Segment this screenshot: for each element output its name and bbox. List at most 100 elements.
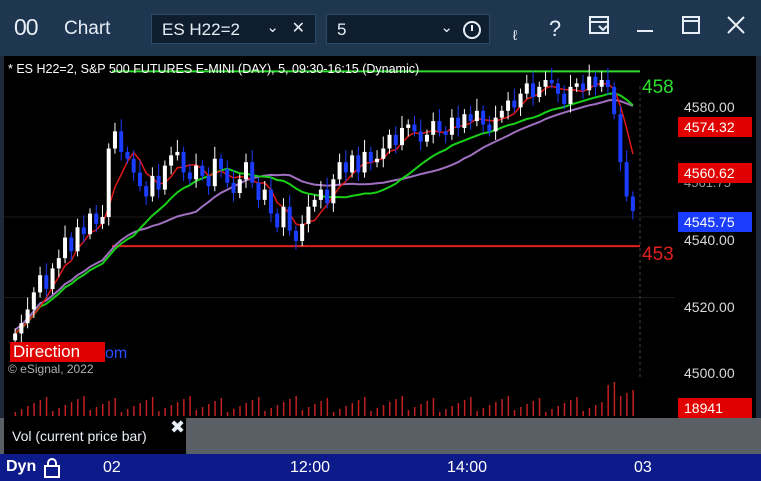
volume-bar	[133, 406, 135, 416]
volume-bar	[626, 393, 628, 416]
volume-bar	[70, 402, 73, 416]
candle-body	[63, 237, 68, 259]
candle-body	[94, 213, 99, 224]
candle-body	[605, 79, 610, 87]
candle-body	[456, 117, 461, 128]
clear-icon[interactable]: ✕	[292, 18, 305, 38]
candle-body	[443, 131, 448, 135]
volume-bar	[189, 396, 191, 416]
candle-body	[356, 155, 361, 173]
volume-bar	[395, 399, 397, 416]
volume-bar	[520, 407, 522, 416]
help-icon[interactable]: ?	[540, 14, 570, 44]
candle-body	[268, 189, 273, 214]
close-icon[interactable]: ✖	[170, 417, 185, 438]
candle-body	[187, 172, 192, 180]
candle-body	[599, 79, 604, 87]
candle-body	[137, 172, 142, 187]
volume-bar	[476, 411, 478, 416]
price-scale[interactable]: 4580.00 4540.00 4520.00 4500.00 4574.32 …	[676, 56, 756, 418]
candle-body	[418, 131, 423, 142]
candle-body	[44, 275, 49, 289]
price-plot[interactable]	[4, 56, 675, 378]
volume-bar	[52, 411, 54, 416]
time-label: 03	[634, 459, 652, 476]
candle-body	[293, 230, 298, 241]
volume-bar	[463, 400, 466, 416]
chevron-down-icon[interactable]: ⌄	[266, 18, 279, 36]
price-tag-red-lower: 4560.62	[678, 163, 752, 183]
minimize-icon[interactable]	[630, 14, 660, 44]
candle-body	[119, 131, 124, 152]
candle-body	[612, 86, 617, 115]
template-icon[interactable]	[584, 14, 614, 44]
time-axis[interactable]: Dyn 02 12:00 14:00 03	[0, 454, 761, 481]
volume-bar	[176, 402, 179, 416]
time-label: 12:00	[290, 459, 331, 476]
candle-body	[462, 114, 467, 128]
volume-bar	[582, 411, 584, 416]
candle-body	[225, 169, 230, 183]
dyn-mode-label[interactable]: Dyn	[6, 458, 36, 476]
candle-body	[506, 100, 511, 111]
chevron-down-icon[interactable]: ⌄	[440, 18, 453, 36]
candle-body	[562, 93, 567, 104]
volume-bar	[432, 398, 435, 416]
volume-bar	[27, 406, 29, 416]
candle-body	[474, 110, 479, 122]
candle-body	[88, 213, 92, 235]
interval-input[interactable]: 5 ⌄	[326, 14, 490, 44]
candle-body	[200, 165, 205, 176]
volume-bar	[376, 408, 379, 416]
price-tick: 4540.00	[684, 232, 735, 248]
price-tick: 4580.00	[684, 99, 735, 115]
candle-body	[574, 83, 579, 87]
candle-body	[275, 213, 280, 228]
candle-body	[75, 227, 80, 252]
close-icon[interactable]	[721, 14, 751, 44]
volume-bar	[307, 407, 310, 416]
candle-body	[106, 148, 111, 217]
volume-bar	[39, 400, 42, 416]
candle-body	[287, 206, 292, 231]
price-tag-last: 4545.75	[678, 212, 752, 232]
candle-body	[487, 124, 492, 132]
volume-study-tab[interactable]: Vol (current price bar) ✖	[4, 417, 186, 454]
volume-bar	[407, 410, 410, 416]
time-label: 14:00	[447, 459, 488, 476]
candle-body	[587, 76, 592, 91]
candle-body	[537, 86, 542, 98]
volume-bar	[326, 398, 329, 416]
volume-bar	[563, 403, 566, 416]
volume-bar	[301, 410, 304, 416]
candle-body	[331, 179, 336, 204]
draw-icon[interactable]: ℓ	[500, 20, 530, 50]
candle-body	[231, 182, 236, 194]
candle-body	[431, 121, 436, 135]
volume-bar	[594, 405, 597, 416]
candle-body	[556, 83, 560, 94]
candle-body	[256, 182, 261, 200]
maximize-icon[interactable]	[676, 14, 706, 44]
candle-body	[493, 117, 498, 132]
volume-bar	[239, 406, 241, 416]
volume-bar	[114, 398, 116, 416]
candle-body	[212, 158, 217, 187]
volume-bar	[145, 400, 148, 416]
symbol-input[interactable]: ES H22=2 ⌄ ✕	[151, 14, 316, 44]
candle-body	[543, 79, 548, 87]
lock-icon[interactable]	[43, 458, 61, 478]
clock-icon[interactable]	[463, 21, 481, 39]
candle-body	[468, 114, 473, 122]
chart-header: * ES H22=2, S&P 500 FUTURES E-MINI (DAY)…	[8, 62, 420, 76]
volume-bar	[332, 412, 335, 416]
candle-body	[531, 83, 536, 98]
volume-bar	[45, 397, 48, 416]
chart-panel[interactable]: * ES H22=2, S&P 500 FUTURES E-MINI (DAY)…	[4, 56, 756, 418]
symbol-value: ES H22=2	[162, 20, 240, 39]
time-label: 02	[103, 459, 121, 476]
volume-bar	[20, 409, 23, 416]
candle-body	[449, 117, 454, 135]
volume-bar	[551, 409, 553, 416]
candle-body	[518, 93, 523, 108]
